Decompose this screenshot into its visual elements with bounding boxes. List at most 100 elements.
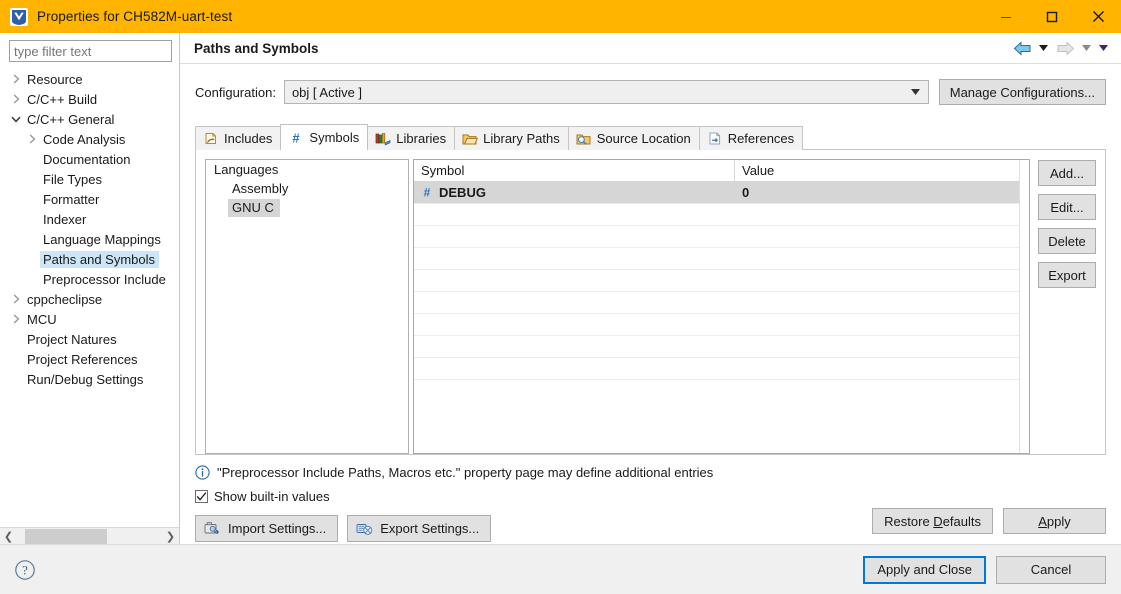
tab-label: Source Location [596,131,691,146]
minimize-button[interactable] [983,0,1029,33]
apply-suffix: pply [1046,513,1071,529]
symbols-table[interactable]: Symbol Value # DEBUG 0 [413,159,1030,454]
export-settings-button[interactable]: Export Settings... [347,515,492,542]
footer-buttons: Apply and Close Cancel [863,555,1106,584]
sidebar-item-label: Preprocessor Include [43,271,166,287]
table-row[interactable]: # DEBUG 0 [414,182,1029,204]
svg-text:?: ? [22,563,28,577]
chevron-right-icon[interactable] [8,74,24,84]
sidebar-item-label: Paths and Symbols [40,250,160,268]
import-settings-button[interactable]: Import Settings... [195,515,339,542]
column-header-symbol[interactable]: Symbol [414,160,735,181]
chevron-down-icon[interactable] [8,116,24,123]
chevron-right-icon[interactable] [8,294,24,304]
sidebar-item-paths-and-symbols[interactable]: Paths and Symbols [0,249,179,269]
sidebar-horizontal-scrollbar[interactable]: ❮ ❯ [0,527,179,545]
symbols-table-scrollbar[interactable] [1019,160,1029,453]
sidebar-item-label: Code Analysis [43,131,126,147]
value-cell: 0 [742,185,750,200]
delete-button[interactable]: Delete [1038,228,1096,254]
sidebar-item-documentation[interactable]: Documentation [0,149,179,169]
symbol-cell: # DEBUG [414,182,735,203]
includes-icon [203,131,219,147]
tab-label: References [727,131,795,146]
edit-button[interactable]: Edit... [1038,194,1096,220]
sidebar-item-run-debug-settings[interactable]: Run/Debug Settings [0,369,179,389]
sidebar-item-formatter[interactable]: Formatter [0,189,179,209]
tab-source-location[interactable]: Source Location [567,126,700,150]
sidebar-item-label: C/C++ Build [27,91,98,107]
sidebar-item-c-c-general[interactable]: C/C++ General [0,109,179,129]
note-row: "Preprocessor Include Paths, Macros etc.… [195,465,1106,480]
configuration-value: obj [ Active ] [291,84,363,100]
show-builtin-values-row[interactable]: Show built-in values [195,489,1106,504]
cancel-button[interactable]: Cancel [996,555,1106,584]
sidebar-item-mcu[interactable]: MCU [0,309,179,329]
chevron-right-icon[interactable] [24,134,40,144]
tab-symbols[interactable]: # Symbols [280,124,369,150]
languages-header: Languages [214,162,279,177]
sidebar-item-preprocessor-include[interactable]: Preprocessor Include [0,269,179,289]
column-header-value[interactable]: Value [735,160,1029,181]
show-builtin-values-checkbox[interactable] [195,490,208,503]
sidebar-item-label: cppcheclipse [27,291,103,307]
restore-defaults-button[interactable]: Restore Defaults [872,508,993,534]
add-button[interactable]: Add... [1038,160,1096,186]
back-menu-chevron-down-icon[interactable] [1036,37,1051,59]
library-paths-icon [462,131,479,147]
export-settings-label: Export Settings... [380,521,480,536]
table-row-empty [414,358,1029,380]
symbols-table-body: # DEBUG 0 [414,182,1029,380]
table-row-empty [414,248,1029,270]
help-icon[interactable]: ? [14,559,36,581]
apply-and-close-button[interactable]: Apply and Close [863,555,986,584]
sidebar-item-resource[interactable]: Resource [0,69,179,89]
export-button[interactable]: Export [1038,262,1096,288]
configuration-row: Configuration: obj [ Active ] Manage Con… [195,79,1106,105]
sidebar-item-cppcheclipse[interactable]: cppcheclipse [0,289,179,309]
dialog-footer: ? Apply and Close Cancel [0,544,1121,594]
sidebar-item-project-references[interactable]: Project References [0,349,179,369]
configuration-select[interactable]: obj [ Active ] [283,80,929,104]
table-row-empty [414,204,1029,226]
dialog-body: Resource C/C++ Build C/C++ General Code Ana… [0,33,1121,545]
scroll-thumb[interactable] [25,528,107,544]
tab-references[interactable]: References [698,126,804,150]
table-row-empty [414,226,1029,248]
manage-configurations-button[interactable]: Manage Configurations... [938,79,1106,105]
back-arrow-icon[interactable] [1010,37,1034,59]
tab-includes[interactable]: Includes [195,126,282,150]
scroll-right-icon[interactable]: ❯ [162,528,179,545]
language-item-label: GNU C [228,198,280,217]
show-builtin-values-label: Show built-in values [214,489,330,504]
page-menu-chevron-down-icon[interactable] [1096,37,1111,59]
language-item-gnu-c[interactable]: GNU C [206,198,408,217]
apply-button[interactable]: Apply [1003,508,1106,534]
libraries-icon [375,131,391,147]
sidebar-item-c-c-build[interactable]: C/C++ Build [0,89,179,109]
close-button[interactable] [1075,0,1121,33]
maximize-button[interactable] [1029,0,1075,33]
import-settings-icon [204,521,221,536]
scroll-left-icon[interactable]: ❮ [0,528,17,545]
window-controls [983,0,1121,33]
sidebar-item-label: Indexer [43,211,87,227]
chevron-right-icon[interactable] [8,94,24,104]
settings-sidebar: Resource C/C++ Build C/C++ General Code Ana… [0,33,180,545]
restore-defaults-mnemonic: D [933,513,943,529]
languages-list[interactable]: Languages Assembly GNU C [205,159,409,454]
language-item-label: Assembly [232,180,289,196]
sidebar-item-code-analysis[interactable]: Code Analysis [0,129,179,149]
tab-libraries[interactable]: Libraries [367,126,456,150]
sidebar-item-indexer[interactable]: Indexer [0,209,179,229]
forward-menu-chevron-down-icon [1079,37,1094,59]
language-item-assembly[interactable]: Assembly [206,179,408,198]
filter-input[interactable] [9,40,172,62]
chevron-right-icon[interactable] [8,314,24,324]
sidebar-item-language-mappings[interactable]: Language Mappings [0,229,179,249]
sidebar-item-project-natures[interactable]: Project Natures [0,329,179,349]
restore-defaults-prefix: Restore [884,513,934,529]
scroll-track[interactable] [17,527,162,545]
sidebar-item-file-types[interactable]: File Types [0,169,179,189]
tab-library-paths[interactable]: Library Paths [454,126,569,150]
